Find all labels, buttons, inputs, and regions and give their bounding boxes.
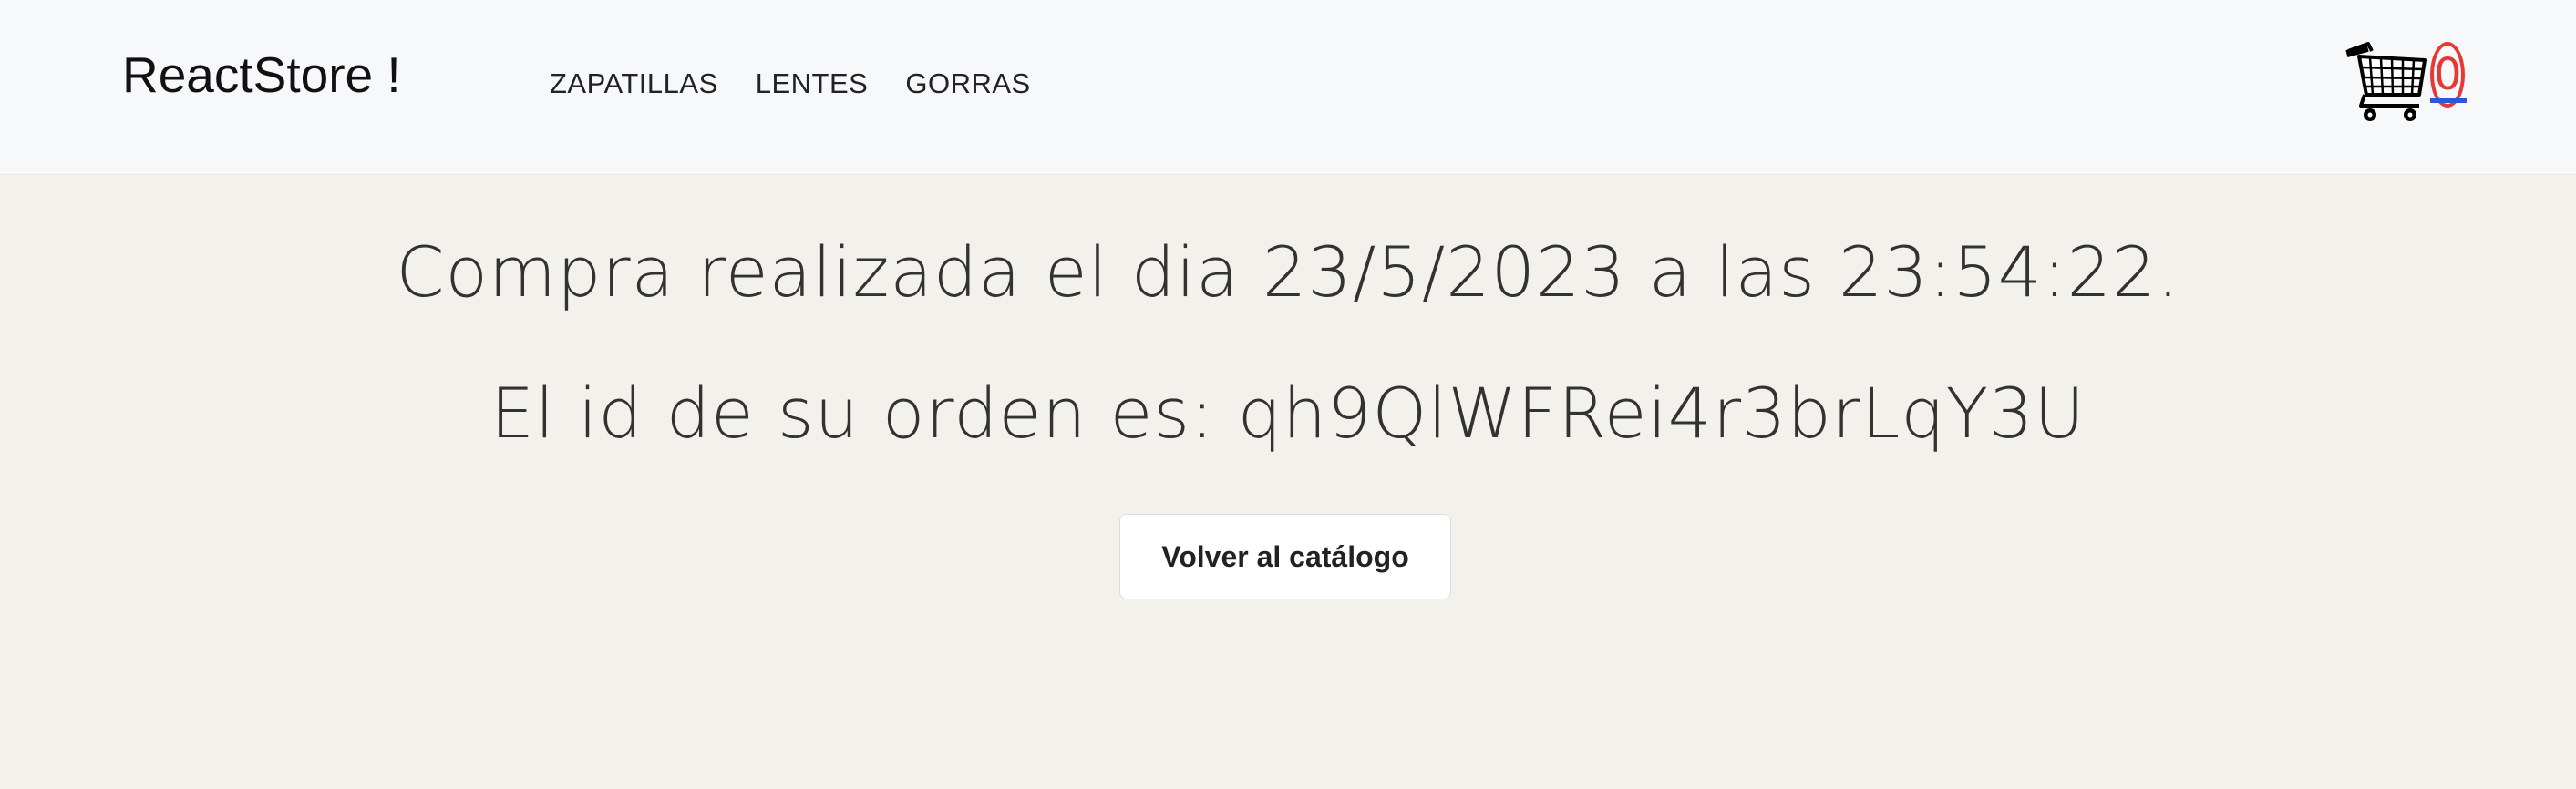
order-id-message: El id de su orden es: qh9QlWFRei4r3brLqY… <box>490 373 2086 454</box>
nav-link-gorras[interactable]: GORRAS <box>905 67 1030 100</box>
purchase-date-message: Compra realizada el dia 23/5/2023 a las … <box>396 231 2180 313</box>
brand-logo[interactable]: ReactStore ! <box>122 46 401 104</box>
nav-link-zapatillas[interactable]: ZAPATILLAS <box>550 67 718 100</box>
nav-link-lentes[interactable]: LENTES <box>756 67 869 100</box>
cart-count-underline <box>2430 98 2467 103</box>
back-to-catalog-button[interactable]: Volver al catálogo <box>1119 514 1451 599</box>
category-nav: ZAPATILLAS LENTES GORRAS <box>550 67 1031 100</box>
cart-widget[interactable]: 0 <box>2343 38 2470 129</box>
shopping-cart-icon <box>2345 42 2427 121</box>
navbar: ReactStore ! ZAPATILLAS LENTES GORRAS 0 <box>0 0 2576 175</box>
